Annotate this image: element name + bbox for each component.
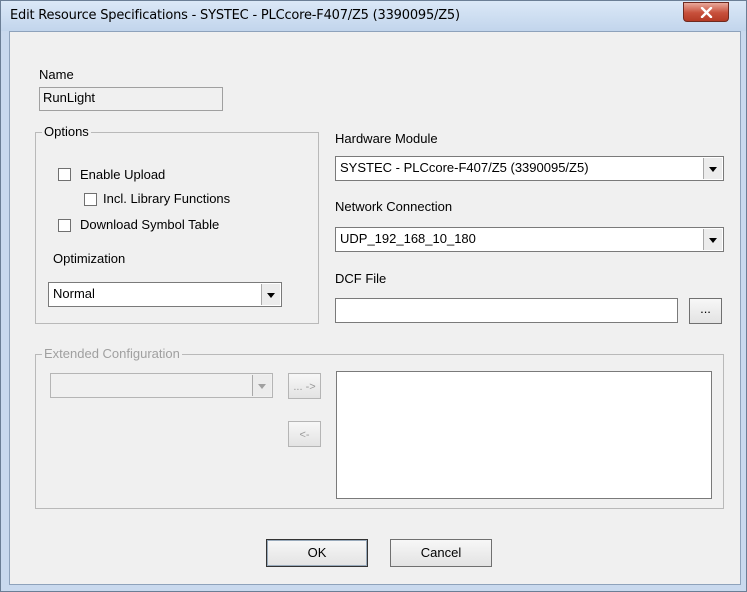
download-symbols-label[interactable]: Download Symbol Table [80, 217, 219, 232]
close-button[interactable] [683, 2, 729, 22]
cancel-button[interactable]: Cancel [390, 539, 492, 567]
chevron-down-icon[interactable] [261, 284, 280, 305]
dcf-file-label: DCF File [335, 271, 387, 286]
chevron-down-icon[interactable] [703, 229, 722, 250]
chevron-down-icon[interactable] [703, 158, 722, 179]
name-label: Name [39, 67, 74, 82]
extended-config-dropdown[interactable] [50, 373, 273, 398]
extended-config-group: Extended Configuration ... -> <- [35, 346, 724, 509]
optimization-value: Normal [53, 286, 95, 301]
dialog-window: Edit Resource Specifications - SYSTEC - … [0, 0, 747, 592]
options-group-title: Options [42, 124, 91, 139]
name-field: RunLight [39, 87, 223, 111]
close-icon [700, 7, 713, 18]
network-connection-dropdown[interactable]: UDP_192_168_10_180 [335, 227, 724, 252]
optimization-dropdown[interactable]: Normal [48, 282, 282, 307]
network-connection-label: Network Connection [335, 199, 453, 214]
add-config-button[interactable]: ... -> [288, 373, 321, 399]
enable-upload-label[interactable]: Enable Upload [80, 167, 165, 182]
ok-button[interactable]: OK [266, 539, 368, 567]
chevron-down-icon[interactable] [252, 375, 271, 396]
extended-config-title: Extended Configuration [42, 346, 182, 361]
download-symbols-checkbox[interactable] [58, 219, 71, 232]
optimization-label: Optimization [53, 251, 126, 266]
incl-library-checkbox[interactable] [84, 193, 97, 206]
options-group: Options Enable Upload Incl. Library Func… [35, 124, 319, 324]
hardware-module-label: Hardware Module [335, 131, 438, 146]
dcf-browse-button[interactable]: ... [689, 298, 722, 324]
dcf-file-input[interactable] [335, 298, 678, 323]
network-connection-value: UDP_192_168_10_180 [340, 231, 476, 246]
dialog-body: Name RunLight Options Enable Upload Incl… [9, 31, 741, 585]
incl-library-label[interactable]: Incl. Library Functions [103, 191, 230, 206]
remove-config-button[interactable]: <- [288, 421, 321, 447]
window-title: Edit Resource Specifications - SYSTEC - … [10, 8, 460, 23]
extended-config-list[interactable] [336, 371, 712, 499]
enable-upload-checkbox[interactable] [58, 168, 71, 181]
hardware-module-dropdown[interactable]: SYSTEC - PLCcore-F407/Z5 (3390095/Z5) [335, 156, 724, 181]
hardware-module-value: SYSTEC - PLCcore-F407/Z5 (3390095/Z5) [340, 160, 589, 175]
title-bar[interactable]: Edit Resource Specifications - SYSTEC - … [1, 1, 746, 31]
